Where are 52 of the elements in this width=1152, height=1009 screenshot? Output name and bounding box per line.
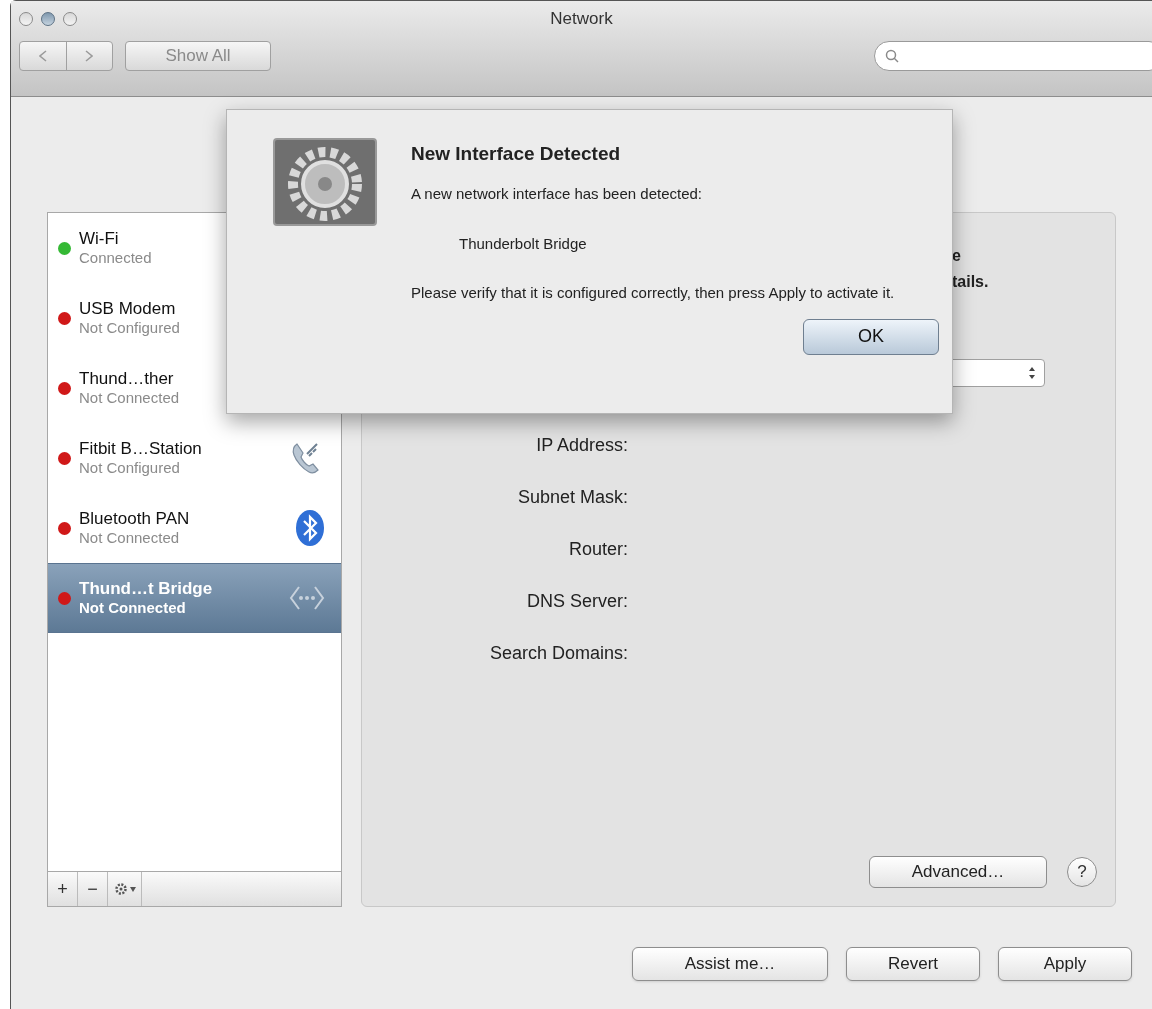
field-label: DNS Server: [526, 590, 628, 613]
search-icon [885, 49, 899, 63]
service-item[interactable]: Wi-Fi Connected [48, 213, 341, 283]
gear-icon [273, 138, 377, 226]
field-label: Subnet Mask: [517, 486, 628, 509]
close-button[interactable] [19, 12, 33, 26]
add-button[interactable]: + [48, 872, 78, 906]
back-icon[interactable] [38, 50, 47, 62]
dialog-instruction: Please verify that it is configured correctly, then press Apply to activate it. [411, 282, 896, 303]
search-field[interactable] [874, 41, 1152, 71]
service-status: Not Connected [79, 389, 181, 408]
stepper-arrows-icon [1028, 366, 1036, 380]
service-status: Not Configured [79, 319, 181, 338]
status-description: tails. [952, 272, 990, 292]
dialog-title: New Interface Detected [411, 142, 622, 166]
service-status: Not Configured [79, 459, 181, 478]
field-label: Router: [568, 538, 628, 561]
field-label: Search Domains: [489, 642, 628, 665]
caret-icon [129, 886, 136, 892]
footer-button[interactable]: Assist me… [632, 947, 828, 981]
window-title: Network [550, 8, 613, 31]
service-name: USB Modem [79, 298, 177, 320]
service-status: Not Connected [79, 599, 187, 618]
service-name: Thund…ther [79, 368, 175, 390]
service-item[interactable]: Thund…ther Not Connected [48, 353, 341, 423]
footer-button[interactable]: Revert [846, 947, 980, 981]
back-forward-control[interactable] [19, 41, 113, 71]
service-name: Wi-Fi [79, 228, 120, 250]
service-item[interactable]: Thund…t Bridge Not Connected [48, 563, 341, 633]
field-label: IP Address: [536, 434, 628, 457]
interface-name: Thunderbolt Bridge [459, 234, 588, 254]
service-status: Not Connected [79, 529, 181, 548]
zoom-button[interactable] [63, 12, 77, 26]
forward-icon[interactable] [85, 50, 94, 62]
remove-button[interactable]: − [78, 872, 108, 906]
status-description: e [952, 246, 962, 266]
ok-button[interactable]: OK [803, 318, 939, 355]
service-name: Fitbit B…Station [79, 438, 203, 460]
service-item[interactable]: Bluetooth PAN Not Connected [48, 493, 341, 563]
service-name: Bluetooth PAN [79, 508, 191, 530]
minimize-button[interactable] [41, 12, 55, 26]
connector-arrows-icon [289, 585, 325, 611]
service-status: Connected [79, 249, 153, 268]
service-item[interactable]: Fitbit B…Station Not Configured [48, 423, 341, 493]
service-name: Thund…t Bridge [79, 578, 214, 600]
dialog-message: A new network interface has been detected: [411, 183, 704, 204]
advanced-button[interactable]: Advanced… [869, 856, 1047, 888]
bluetooth-icon [295, 509, 325, 547]
help-button[interactable]: ? [1067, 857, 1097, 887]
service-item[interactable]: USB Modem Not Configured [48, 283, 341, 353]
footer-button[interactable]: Apply [998, 947, 1132, 981]
gear-icon [113, 882, 128, 896]
